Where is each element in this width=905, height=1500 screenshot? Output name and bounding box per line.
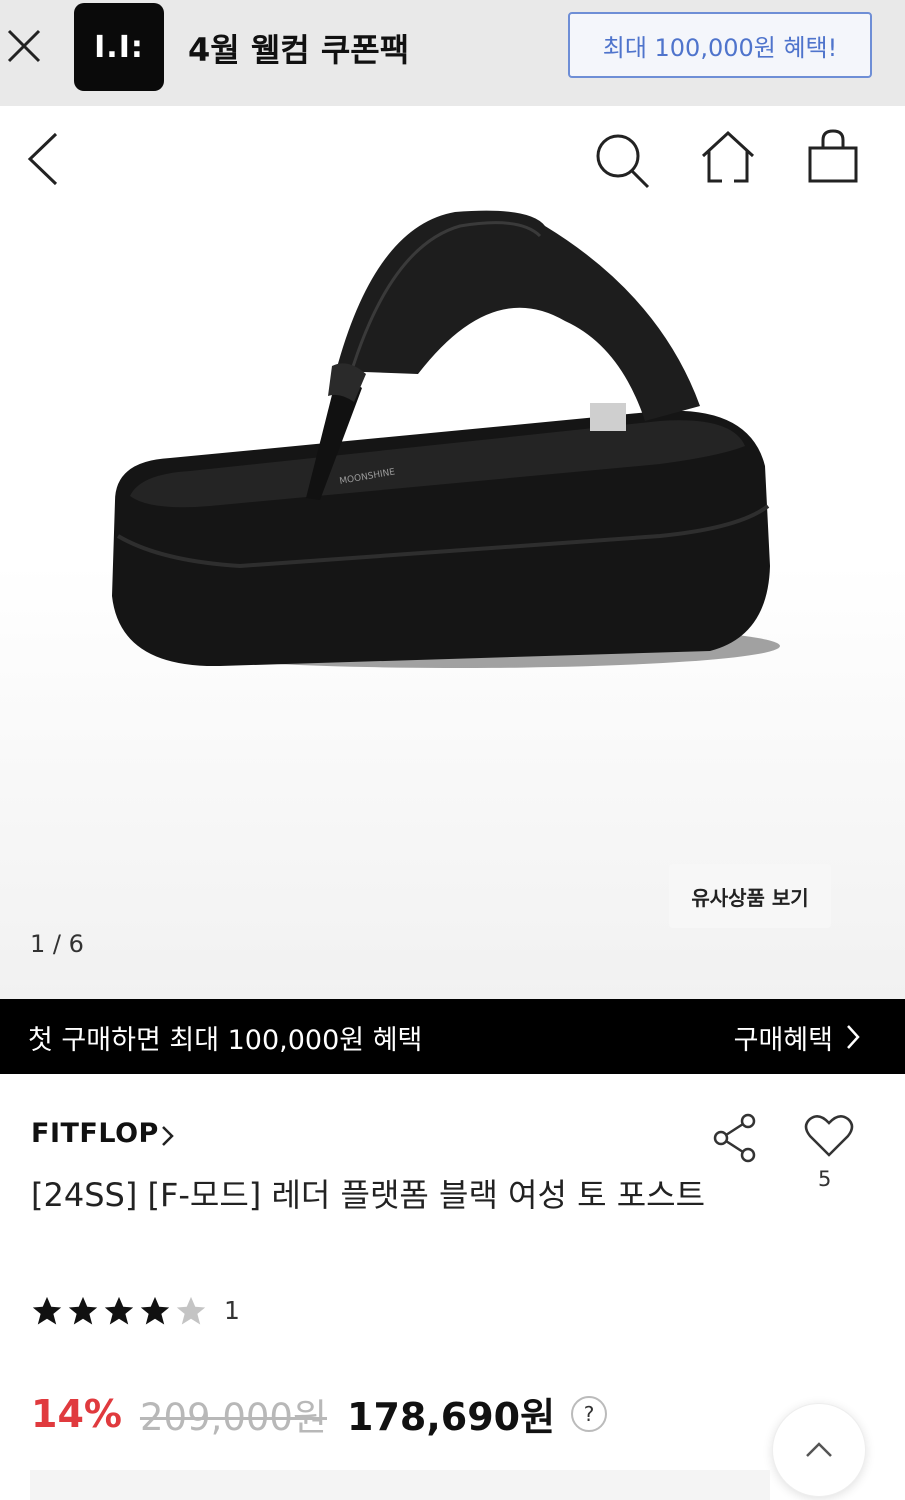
final-price: 178,690원 — [347, 1395, 556, 1439]
scroll-to-top-button[interactable] — [772, 1403, 866, 1497]
promo-banner: I.I: 4월 웰컴 쿠폰팩 최대 100,000원 혜택! — [0, 0, 905, 106]
benefit-link[interactable]: 구매혜택 — [734, 1018, 833, 1057]
original-price: 209,000원 — [139, 1395, 328, 1439]
similar-products-button[interactable]: 유사상품 보기 — [669, 864, 831, 928]
price-help-icon[interactable]: ? — [571, 1395, 608, 1432]
star-filled-icon — [32, 1296, 62, 1325]
product-image-sandal: MOONSHINE — [112, 210, 780, 668]
chevron-up-icon — [806, 1442, 832, 1457]
brand-chevron-icon[interactable] — [160, 1124, 176, 1148]
product-image-carousel[interactable]: MOONSHINE 유사상품 보기 1 / 6 — [0, 206, 905, 999]
close-icon[interactable] — [6, 28, 42, 64]
like-count: 5 — [818, 1167, 832, 1191]
app-logo: I.I: — [74, 3, 164, 91]
promo-title: 4월 웰컴 쿠폰팩 — [188, 31, 410, 69]
banner-text: 첫 구매하면 최대 100,000원 혜택 — [28, 1025, 423, 1056]
home-icon[interactable] — [700, 130, 756, 184]
star-filled-icon — [104, 1296, 134, 1325]
top-navigation — [0, 106, 905, 206]
wishlist-heart-icon[interactable] — [804, 1113, 854, 1159]
star-filled-icon — [68, 1296, 98, 1325]
share-icon[interactable] — [712, 1112, 760, 1164]
promo-cta-button[interactable]: 최대 100,000원 혜택! — [568, 12, 872, 78]
price-row: 14% 209,000원 178,690원 ? — [31, 1386, 608, 1441]
first-purchase-banner[interactable]: 첫 구매하면 최대 100,000원 혜택 구매혜택 — [0, 999, 905, 1074]
back-arrow-icon[interactable] — [24, 132, 64, 186]
chevron-right-icon — [847, 1025, 860, 1049]
star-filled-icon — [140, 1296, 170, 1325]
discount-rate: 14% — [31, 1391, 122, 1436]
brand-name[interactable]: FITFLOP — [31, 1118, 159, 1149]
shopping-bag-icon[interactable] — [806, 128, 860, 184]
product-title: [24SS] [F-모드] 레더 플랫폼 블랙 여성 토 포스트 — [31, 1176, 706, 1214]
search-icon[interactable] — [594, 132, 652, 190]
star-rating — [30, 1294, 208, 1328]
bottom-panel — [30, 1470, 770, 1500]
image-pager: 1 / 6 — [30, 930, 84, 958]
star-empty-icon — [176, 1296, 206, 1325]
review-count[interactable]: 1 — [224, 1296, 240, 1325]
